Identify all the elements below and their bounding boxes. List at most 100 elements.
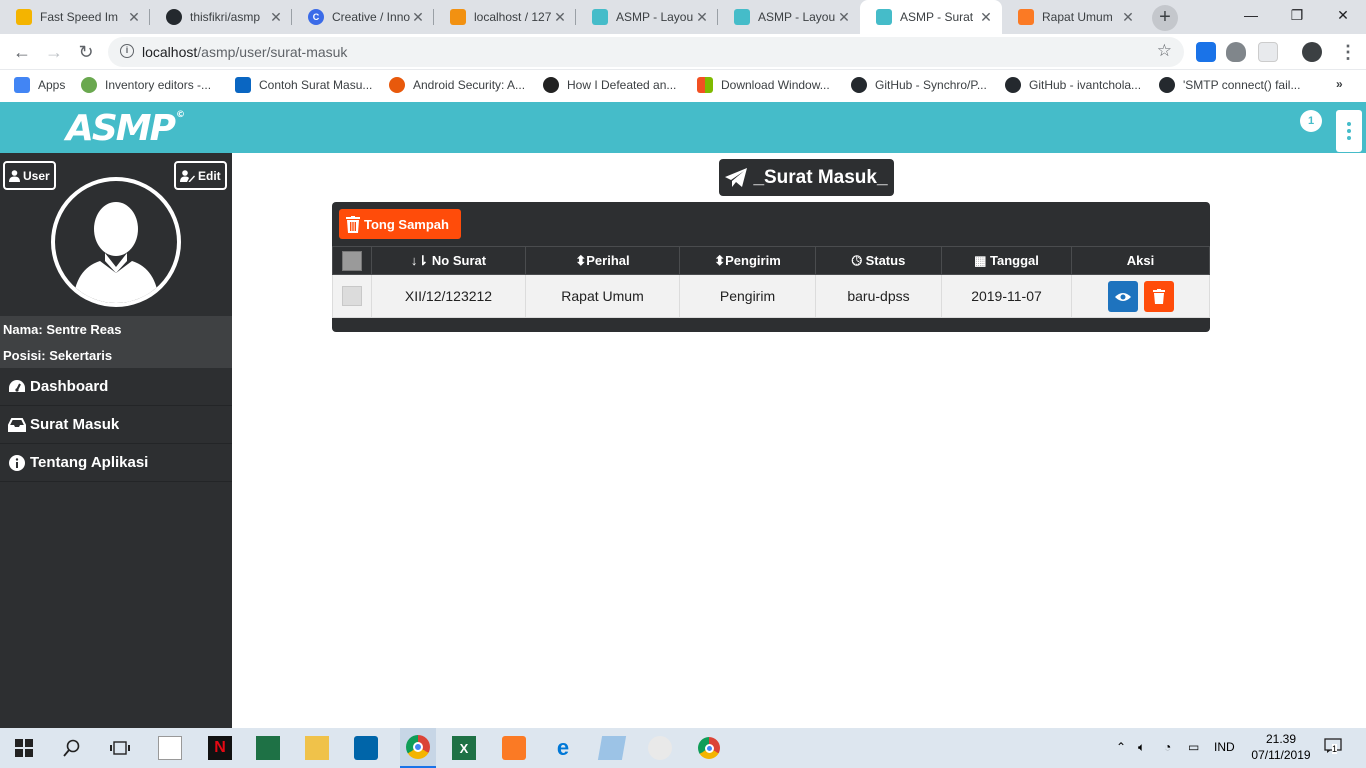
info-icon [8,454,26,472]
edit-profile-button[interactable]: Edit [174,161,227,190]
close-window-button[interactable]: ✕ [1320,0,1366,30]
col-tanggal[interactable]: ▦ Tanggal [941,246,1072,275]
asmp-favicon-icon [734,9,750,25]
bookmark-star-icon[interactable]: ☆ [1157,41,1172,61]
inbox-icon [8,416,26,434]
browser-tab-active[interactable]: ASMP - Surat ✕ [860,0,1002,34]
close-icon[interactable]: ✕ [126,9,142,26]
browser-tab[interactable]: Rapat Umum ✕ [1002,0,1144,34]
app-header: ASMP © 1 [0,102,1366,153]
excel-app-icon[interactable]: X [452,736,476,760]
bookmark-item[interactable]: How I Defeated an... [543,77,676,93]
clock-icon: 🕓︎ [851,252,866,268]
reload-icon[interactable]: ↻ [74,40,98,64]
bookmark-item[interactable]: 'SMTP connect() fail... [1159,77,1300,93]
shield-extension-icon[interactable] [1226,42,1246,62]
clock[interactable]: 21.39 07/11/2019 [1248,731,1314,763]
bookmark-item[interactable]: GitHub - ivantchola... [1005,77,1141,93]
chrome-app-icon[interactable] [697,736,721,760]
sidebar: User Edit Nama: Sentre Reas Posisi: Seke… [0,153,232,728]
delete-button[interactable] [1143,280,1174,312]
more-bookmarks-icon[interactable]: » [1336,77,1343,91]
linkedin-icon [235,77,251,93]
github-favicon-icon [166,9,182,25]
notification-badge[interactable]: 1 [1300,110,1322,132]
back-icon[interactable]: ← [10,40,34,64]
github-icon [1005,77,1021,93]
user-edit-icon [180,169,195,182]
bookmark-apps[interactable]: Apps [14,77,65,93]
surat-masuk-table: ↓⇂ No Surat ⬍Perihal ⬍Pengirim 🕓︎ Status… [332,246,1210,318]
notepad-app-icon[interactable] [597,736,627,760]
edge-app-icon[interactable]: e [551,735,575,760]
paper-plane-icon [725,167,748,187]
bookmark-item[interactable]: Android Security: A... [389,77,525,93]
col-perihal[interactable]: ⬍Perihal [525,246,680,275]
windows-taskbar: N X e ⌃ 🔈︎ ◔ ▭ IND 21.39 07/11/2019 1 [0,728,1366,768]
info-icon[interactable]: i [120,44,134,58]
sort-amount-icon: ↓⇂ [410,252,432,268]
extension-icon[interactable] [1196,42,1216,62]
sort-icon: ⬍ [714,252,726,268]
netflix-app-icon[interactable]: N [208,736,232,760]
bookmark-item[interactable]: GitHub - Synchro/P... [851,77,987,93]
minimize-button[interactable]: — [1228,0,1274,30]
close-icon[interactable]: ✕ [694,9,710,26]
wifi-icon[interactable]: ◔ [1164,740,1171,754]
close-icon[interactable]: ✕ [552,9,568,26]
cell-status: baru-dpss [815,274,942,318]
sidebar-item-tentang-aplikasi[interactable]: Tentang Aplikasi [0,444,232,482]
view-button[interactable] [1107,280,1138,312]
browser-tab[interactable]: C Creative / Inno ✕ [292,0,434,34]
eye-icon [1114,292,1131,301]
profile-position: Posisi: Sekertaris [3,348,113,363]
col-pengirim[interactable]: ⬍Pengirim [679,246,816,275]
row-checkbox[interactable] [342,286,362,306]
amazon-app-icon[interactable] [158,736,182,760]
tong-sampah-button[interactable]: Tong Sampah [339,209,461,239]
excel-online-app-icon[interactable] [256,736,280,760]
col-no-surat[interactable]: ↓⇂ No Surat [371,246,526,275]
profile-avatar[interactable] [1302,42,1322,62]
chrome-taskbar-active[interactable] [400,728,436,768]
close-icon[interactable]: ✕ [978,9,994,26]
show-hidden-icons-icon[interactable]: ⌃ [1116,740,1126,754]
new-tab-button[interactable]: + [1152,5,1178,31]
close-icon[interactable]: ✕ [836,9,852,26]
browser-tab[interactable]: ASMP - Layou ✕ [718,0,860,34]
col-status[interactable]: 🕓︎ Status [815,246,942,275]
trash-icon [346,215,360,233]
file-explorer-icon[interactable] [305,736,329,760]
browser-tab[interactable]: Fast Speed Im ✕ [0,0,150,34]
user-button[interactable]: User [3,161,56,190]
browser-tab[interactable]: localhost / 127 ✕ [434,0,576,34]
forward-icon[interactable]: → [42,40,66,64]
bookmark-item[interactable]: Inventory editors -... [81,77,211,93]
battery-icon[interactable]: ▭ [1188,740,1199,754]
close-icon[interactable]: ✕ [268,9,284,26]
select-all-checkbox[interactable] [342,250,362,271]
close-icon[interactable]: ✕ [410,9,426,26]
action-center-icon[interactable]: 1 [1324,738,1342,757]
sidebar-item-surat-masuk[interactable]: Surat Masuk [0,406,232,444]
browser-tab[interactable]: ASMP - Layou ✕ [576,0,718,34]
vscode-app-icon[interactable] [354,736,378,760]
address-bar[interactable]: i localhost/asmp/user/surat-masuk ☆ [108,37,1184,67]
language-indicator[interactable]: IND [1214,740,1235,754]
search-icon[interactable] [60,736,84,760]
paint-app-icon[interactable] [648,736,672,760]
close-icon[interactable]: ✕ [1120,9,1136,26]
app-menu-button[interactable] [1336,110,1362,152]
bookmark-item[interactable]: Download Window... [697,77,830,93]
browser-tab[interactable]: thisfikri/asmp ✕ [150,0,292,34]
restore-button[interactable]: ❐ [1274,0,1320,30]
task-view-icon[interactable] [108,736,132,760]
windows-start-icon[interactable] [12,736,36,760]
xampp-app-icon[interactable] [502,736,526,760]
volume-icon[interactable]: 🔈︎ [1138,740,1145,755]
chrome-menu-icon[interactable]: ⋮ [1336,40,1360,64]
asmp-logo[interactable]: ASMP © [66,108,185,149]
bookmark-item[interactable]: Contoh Surat Masu... [235,77,372,93]
extension-icon[interactable] [1258,42,1278,62]
sidebar-item-dashboard[interactable]: Dashboard [0,368,232,406]
